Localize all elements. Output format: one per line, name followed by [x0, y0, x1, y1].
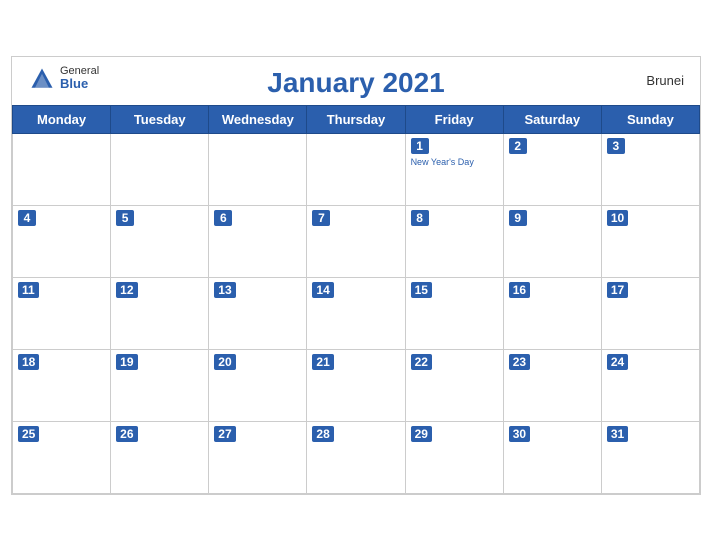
- calendar-cell: 12: [111, 277, 209, 349]
- calendar-week-row: 1 New Year's Day 2 3: [13, 133, 700, 205]
- calendar-cell: 13: [209, 277, 307, 349]
- day-number: 1: [411, 138, 429, 154]
- day-number: 12: [116, 282, 137, 298]
- calendar-header: General Blue January 2021 Brunei: [12, 57, 700, 105]
- calendar-cell: 27: [209, 421, 307, 493]
- calendar-cell: 26: [111, 421, 209, 493]
- day-number: 28: [312, 426, 333, 442]
- day-number: 9: [509, 210, 527, 226]
- calendar-week-row: 4 5 6 7 8 9 10: [13, 205, 700, 277]
- day-number: 8: [411, 210, 429, 226]
- calendar-title: January 2021: [267, 67, 444, 99]
- weekday-header: Monday: [13, 105, 111, 133]
- calendar-cell: 11: [13, 277, 111, 349]
- calendar-cell: 19: [111, 349, 209, 421]
- day-number: 5: [116, 210, 134, 226]
- calendar-cell: 18: [13, 349, 111, 421]
- logo-text: General Blue: [60, 65, 99, 91]
- calendar-week-row: 11 12 13 14 15 16 17: [13, 277, 700, 349]
- holiday-label: New Year's Day: [411, 157, 498, 168]
- calendar-cell: 9: [503, 205, 601, 277]
- calendar-body: 1New Year's Day2345678910111213141516171…: [13, 133, 700, 493]
- logo-blue: Blue: [60, 77, 99, 91]
- day-number: 6: [214, 210, 232, 226]
- calendar-cell: 7: [307, 205, 405, 277]
- weekday-header-row: MondayTuesdayWednesdayThursdayFridaySatu…: [13, 105, 700, 133]
- calendar-cell: 31: [601, 421, 699, 493]
- day-number: 20: [214, 354, 235, 370]
- weekday-header: Friday: [405, 105, 503, 133]
- calendar-cell: 3: [601, 133, 699, 205]
- day-number: 21: [312, 354, 333, 370]
- calendar-container: General Blue January 2021 Brunei MondayT…: [11, 56, 701, 495]
- calendar-cell: 30: [503, 421, 601, 493]
- calendar-cell: 5: [111, 205, 209, 277]
- calendar-cell: 22: [405, 349, 503, 421]
- day-number: 27: [214, 426, 235, 442]
- weekday-header: Wednesday: [209, 105, 307, 133]
- country-label: Brunei: [646, 73, 684, 88]
- logo-icon: [28, 65, 56, 93]
- day-number: 14: [312, 282, 333, 298]
- day-number: 3: [607, 138, 625, 154]
- calendar-week-row: 18 19 20 21 22 23 24: [13, 349, 700, 421]
- calendar-table: MondayTuesdayWednesdayThursdayFridaySatu…: [12, 105, 700, 494]
- day-number: 29: [411, 426, 432, 442]
- day-number: 25: [18, 426, 39, 442]
- day-number: 30: [509, 426, 530, 442]
- calendar-cell: 21: [307, 349, 405, 421]
- calendar-cell: 20: [209, 349, 307, 421]
- calendar-cell: [13, 133, 111, 205]
- calendar-cell: [209, 133, 307, 205]
- calendar-cell: [111, 133, 209, 205]
- day-number: 16: [509, 282, 530, 298]
- calendar-cell: 8: [405, 205, 503, 277]
- calendar-cell: 24: [601, 349, 699, 421]
- calendar-cell: 29: [405, 421, 503, 493]
- day-number: 15: [411, 282, 432, 298]
- calendar-cell: 15: [405, 277, 503, 349]
- calendar-cell: 23: [503, 349, 601, 421]
- day-number: 18: [18, 354, 39, 370]
- calendar-cell: 17: [601, 277, 699, 349]
- day-number: 22: [411, 354, 432, 370]
- day-number: 13: [214, 282, 235, 298]
- day-number: 17: [607, 282, 628, 298]
- day-number: 31: [607, 426, 628, 442]
- calendar-cell: 14: [307, 277, 405, 349]
- weekday-header: Sunday: [601, 105, 699, 133]
- calendar-cell: [307, 133, 405, 205]
- day-number: 7: [312, 210, 330, 226]
- day-number: 26: [116, 426, 137, 442]
- calendar-cell: 25: [13, 421, 111, 493]
- weekday-header: Thursday: [307, 105, 405, 133]
- day-number: 11: [18, 282, 39, 298]
- day-number: 19: [116, 354, 137, 370]
- day-number: 23: [509, 354, 530, 370]
- day-number: 10: [607, 210, 628, 226]
- weekday-header: Tuesday: [111, 105, 209, 133]
- day-number: 2: [509, 138, 527, 154]
- calendar-week-row: 25 26 27 28 29 30 31: [13, 421, 700, 493]
- calendar-cell: 1 New Year's Day: [405, 133, 503, 205]
- day-number: 4: [18, 210, 36, 226]
- calendar-cell: 2: [503, 133, 601, 205]
- calendar-cell: 16: [503, 277, 601, 349]
- day-number: 24: [607, 354, 628, 370]
- weekday-header: Saturday: [503, 105, 601, 133]
- calendar-cell: 28: [307, 421, 405, 493]
- logo: General Blue: [28, 65, 99, 93]
- calendar-cell: 10: [601, 205, 699, 277]
- calendar-cell: 6: [209, 205, 307, 277]
- calendar-cell: 4: [13, 205, 111, 277]
